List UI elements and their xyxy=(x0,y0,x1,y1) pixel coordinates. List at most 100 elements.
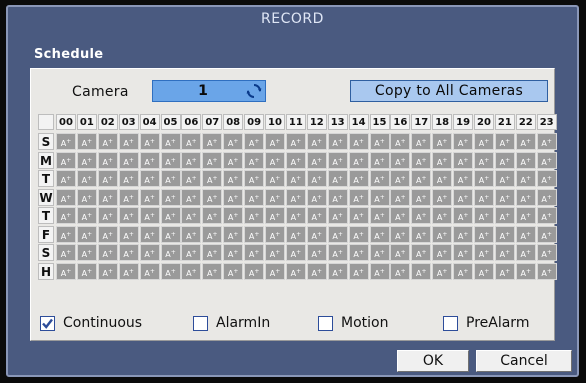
hour-header[interactable]: 04 xyxy=(139,114,160,130)
schedule-cell[interactable]: A+ xyxy=(327,133,348,150)
schedule-cell[interactable]: A+ xyxy=(432,225,453,243)
schedule-cell[interactable]: A+ xyxy=(160,133,181,150)
hour-header[interactable]: 21 xyxy=(494,114,515,130)
schedule-cell[interactable]: A+ xyxy=(474,133,494,150)
schedule-cell[interactable]: A+ xyxy=(411,188,432,206)
ok-button[interactable]: OK xyxy=(397,350,469,372)
schedule-cell[interactable]: A+ xyxy=(515,170,536,187)
schedule-cell[interactable]: A+ xyxy=(369,244,390,261)
schedule-cell[interactable]: A+ xyxy=(265,262,285,280)
schedule-cell[interactable]: A+ xyxy=(411,170,432,187)
schedule-cell[interactable]: A+ xyxy=(432,188,453,206)
schedule-cell[interactable]: A+ xyxy=(181,244,202,261)
schedule-cell[interactable]: A+ xyxy=(223,262,244,280)
mode-continuous[interactable]: Continuous xyxy=(40,314,142,332)
schedule-cell[interactable]: A+ xyxy=(202,170,223,187)
day-header[interactable]: S xyxy=(38,244,54,261)
schedule-cell[interactable]: A+ xyxy=(474,207,494,224)
schedule-cell[interactable]: A+ xyxy=(285,151,306,169)
schedule-cell[interactable]: A+ xyxy=(411,207,432,224)
schedule-cell[interactable]: A+ xyxy=(348,151,369,169)
schedule-cell[interactable]: A+ xyxy=(453,262,474,280)
schedule-cell[interactable]: A+ xyxy=(390,188,411,206)
schedule-cell[interactable]: A+ xyxy=(536,225,557,243)
schedule-cell[interactable]: A+ xyxy=(411,133,432,150)
hour-header[interactable]: 14 xyxy=(348,114,369,130)
schedule-cell[interactable]: A+ xyxy=(306,133,327,150)
schedule-cell[interactable]: A+ xyxy=(56,133,76,150)
day-header[interactable]: T xyxy=(38,207,54,224)
schedule-cell[interactable]: A+ xyxy=(453,244,474,261)
hour-header[interactable]: 18 xyxy=(432,114,453,130)
schedule-cell[interactable]: A+ xyxy=(515,133,536,150)
schedule-cell[interactable]: A+ xyxy=(181,133,202,150)
schedule-cell[interactable]: A+ xyxy=(390,207,411,224)
schedule-cell[interactable]: A+ xyxy=(494,133,515,150)
hour-header[interactable]: 10 xyxy=(265,114,285,130)
refresh-icon[interactable] xyxy=(243,81,265,101)
mode-alarmin[interactable]: AlarmIn xyxy=(193,314,270,332)
schedule-cell[interactable]: A+ xyxy=(223,170,244,187)
schedule-cell[interactable]: A+ xyxy=(97,133,118,150)
schedule-cell[interactable]: A+ xyxy=(265,170,285,187)
schedule-cell[interactable]: A+ xyxy=(306,151,327,169)
checkbox-motion[interactable] xyxy=(318,315,333,331)
hour-header[interactable]: 06 xyxy=(181,114,202,130)
schedule-cell[interactable]: A+ xyxy=(202,151,223,169)
schedule-cell[interactable]: A+ xyxy=(97,170,118,187)
schedule-cell[interactable]: A+ xyxy=(56,207,76,224)
schedule-cell[interactable]: A+ xyxy=(390,244,411,261)
schedule-cell[interactable]: A+ xyxy=(515,225,536,243)
schedule-cell[interactable]: A+ xyxy=(181,170,202,187)
schedule-cell[interactable]: A+ xyxy=(118,225,139,243)
schedule-cell[interactable]: A+ xyxy=(181,262,202,280)
schedule-cell[interactable]: A+ xyxy=(181,188,202,206)
schedule-cell[interactable]: A+ xyxy=(327,207,348,224)
schedule-cell[interactable]: A+ xyxy=(390,151,411,169)
schedule-cell[interactable]: A+ xyxy=(432,170,453,187)
hour-header[interactable]: 09 xyxy=(244,114,265,130)
schedule-cell[interactable]: A+ xyxy=(56,244,76,261)
schedule-cell[interactable]: A+ xyxy=(160,225,181,243)
schedule-cell[interactable]: A+ xyxy=(223,225,244,243)
schedule-cell[interactable]: A+ xyxy=(265,244,285,261)
schedule-cell[interactable]: A+ xyxy=(432,151,453,169)
schedule-cell[interactable]: A+ xyxy=(536,262,557,280)
schedule-cell[interactable]: A+ xyxy=(202,133,223,150)
schedule-cell[interactable]: A+ xyxy=(181,151,202,169)
day-header[interactable]: F xyxy=(38,225,54,243)
schedule-cell[interactable]: A+ xyxy=(56,188,76,206)
schedule-cell[interactable]: A+ xyxy=(56,225,76,243)
schedule-cell[interactable]: A+ xyxy=(494,188,515,206)
schedule-cell[interactable]: A+ xyxy=(76,262,97,280)
schedule-cell[interactable]: A+ xyxy=(369,262,390,280)
schedule-cell[interactable]: A+ xyxy=(494,225,515,243)
schedule-cell[interactable]: A+ xyxy=(76,170,97,187)
schedule-cell[interactable]: A+ xyxy=(285,225,306,243)
hour-header[interactable]: 16 xyxy=(390,114,411,130)
hour-header[interactable]: 03 xyxy=(118,114,139,130)
schedule-cell[interactable]: A+ xyxy=(244,225,265,243)
mode-prealarm[interactable]: PreAlarm xyxy=(443,314,529,332)
schedule-cell[interactable]: A+ xyxy=(265,207,285,224)
hour-header[interactable]: 08 xyxy=(223,114,244,130)
schedule-cell[interactable]: A+ xyxy=(139,133,160,150)
schedule-cell[interactable]: A+ xyxy=(223,207,244,224)
schedule-cell[interactable]: A+ xyxy=(494,151,515,169)
schedule-cell[interactable]: A+ xyxy=(369,133,390,150)
schedule-cell[interactable]: A+ xyxy=(160,151,181,169)
schedule-cell[interactable]: A+ xyxy=(139,170,160,187)
schedule-cell[interactable]: A+ xyxy=(265,151,285,169)
schedule-cell[interactable]: A+ xyxy=(139,225,160,243)
schedule-cell[interactable]: A+ xyxy=(411,225,432,243)
hour-header[interactable]: 17 xyxy=(411,114,432,130)
schedule-cell[interactable]: A+ xyxy=(369,188,390,206)
schedule-cell[interactable]: A+ xyxy=(327,262,348,280)
schedule-cell[interactable]: A+ xyxy=(453,133,474,150)
schedule-cell[interactable]: A+ xyxy=(536,170,557,187)
schedule-cell[interactable]: A+ xyxy=(474,262,494,280)
schedule-cell[interactable]: A+ xyxy=(306,188,327,206)
schedule-cell[interactable]: A+ xyxy=(494,244,515,261)
schedule-cell[interactable]: A+ xyxy=(327,188,348,206)
schedule-cell[interactable]: A+ xyxy=(202,244,223,261)
